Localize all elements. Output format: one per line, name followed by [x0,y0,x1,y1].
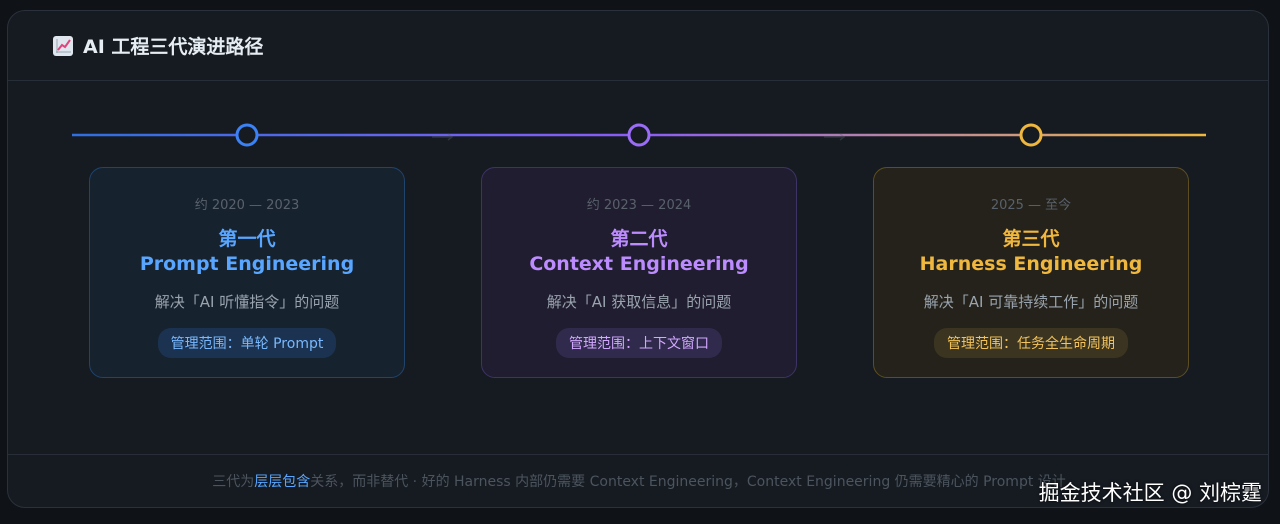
chart-increasing-icon [53,35,73,56]
footer-highlight: 层层包含 [254,474,311,490]
generation-card-2: 约 2023 — 2024 第二代 Context Engineering 解决… [481,167,797,378]
card-period: 约 2023 — 2024 [586,198,692,213]
card-name: Context Engineering [529,253,749,275]
evolution-panel: AI 工程三代演进路径 约 2020 — 2023 第一代 Prompt Eng… [7,10,1269,508]
timeline-node-3 [1019,123,1043,147]
card-problem: 解决「AI 可靠持续工作」的问题 [923,293,1139,311]
card-name: Prompt Engineering [139,253,355,275]
generation-card-3: 2025 — 至今 第三代 Harness Engineering 解决「AI … [873,167,1189,378]
card-generation: 第二代 [610,228,668,250]
page-title: AI 工程三代演进路径 [83,36,264,58]
card-period: 约 2020 — 2023 [194,198,300,213]
card-scope-badge: 管理范围：上下文窗口 [556,328,722,358]
card-problem: 解决「AI 听懂指令」的问题 [154,293,340,311]
timeline-node-2 [627,123,651,147]
generation-cards: 约 2020 — 2023 第一代 Prompt Engineering 解决「… [8,167,1268,379]
card-problem: 解决「AI 获取信息」的问题 [546,293,732,311]
panel-header: AI 工程三代演进路径 [8,11,1268,81]
footer-suffix: 关系，而非替代 · 好的 Harness 内部仍需要 Context Engin… [310,474,1066,490]
timeline-node-1 [235,123,259,147]
footer-prefix: 三代为 [212,474,255,490]
card-generation: 第一代 [218,228,276,250]
card-name: Harness Engineering [919,253,1143,275]
card-period: 2025 — 至今 [990,198,1072,213]
card-scope-badge: 管理范围：单轮 Prompt [157,328,337,358]
watermark: 掘金技术社区 @ 刘棕霆 [1038,481,1262,505]
card-generation: 第三代 [1002,228,1060,250]
generation-card-1: 约 2020 — 2023 第一代 Prompt Engineering 解决「… [89,167,405,378]
card-scope-badge: 管理范围：任务全生命周期 [934,328,1128,358]
